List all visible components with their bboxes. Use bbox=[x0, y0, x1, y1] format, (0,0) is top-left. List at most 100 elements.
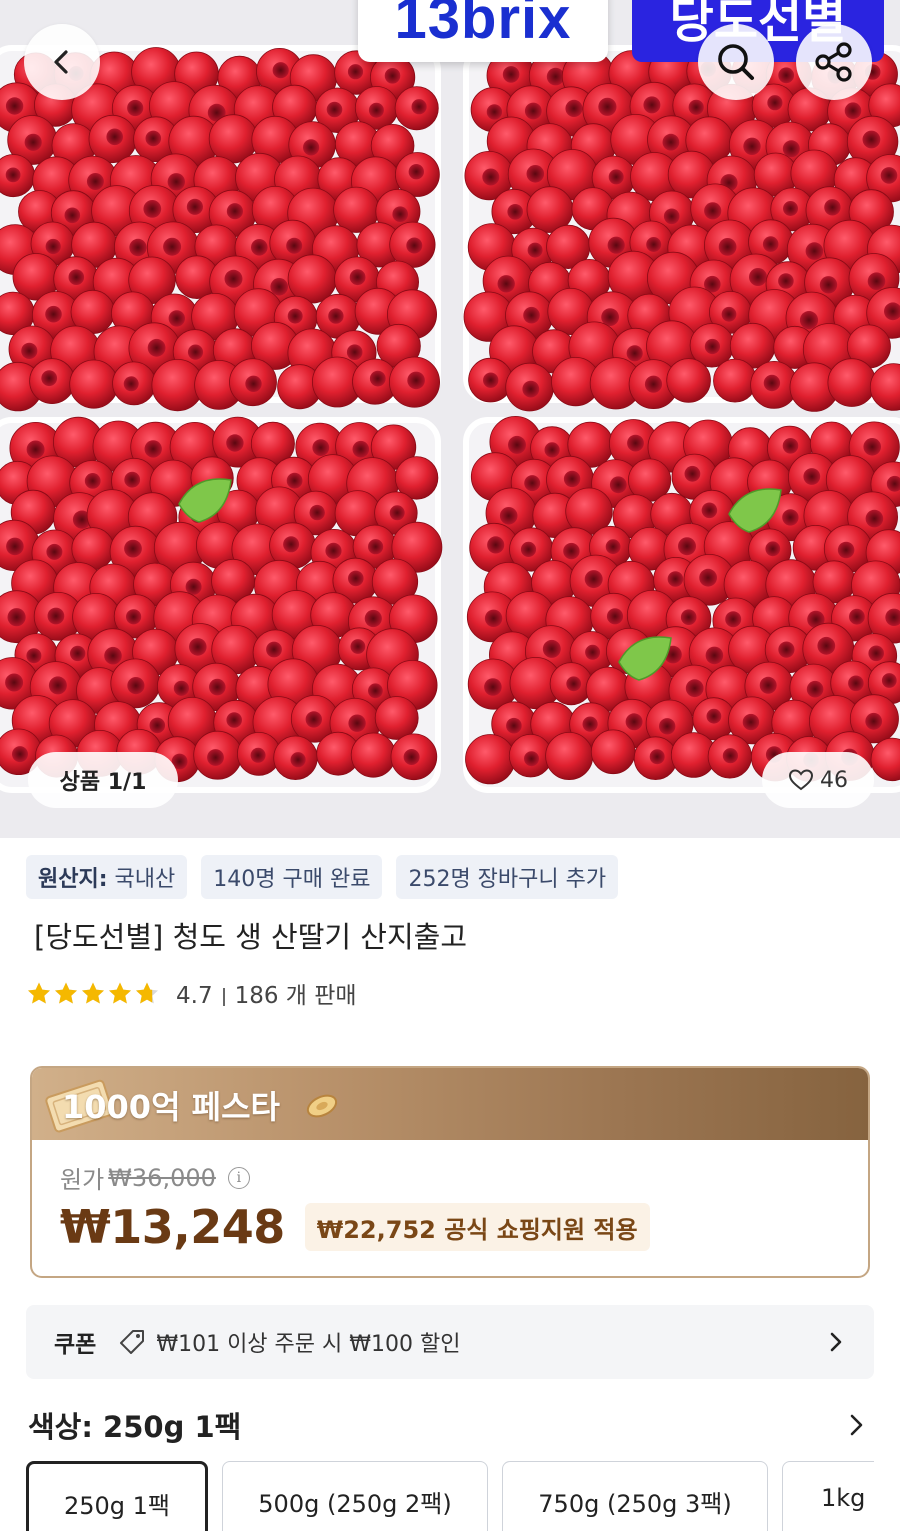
option-1kg[interactable]: 1kg ( bbox=[782, 1461, 874, 1531]
raspberry-hollow bbox=[862, 130, 881, 149]
raspberry-hollow bbox=[346, 344, 363, 361]
raspberry-hollow bbox=[145, 130, 162, 147]
raspberry-hollow bbox=[880, 167, 898, 184]
raspberry-hollow bbox=[482, 168, 500, 186]
raspberry-hollow bbox=[5, 167, 21, 183]
raspberry-hollow bbox=[283, 536, 300, 553]
raspberry-hollow bbox=[186, 198, 203, 215]
raspberry-hollow bbox=[848, 675, 864, 692]
star-icon bbox=[55, 982, 77, 1004]
raspberry bbox=[590, 729, 636, 775]
search-button[interactable] bbox=[698, 24, 774, 100]
raspberry-hollow bbox=[84, 473, 101, 489]
raspberry-hollow bbox=[817, 636, 836, 655]
raspberry-hollow bbox=[782, 438, 799, 454]
like-count: 46 bbox=[820, 767, 848, 793]
info-icon[interactable]: i bbox=[227, 1166, 250, 1189]
raspberry-hollow bbox=[584, 570, 603, 589]
raspberry-hollow bbox=[349, 269, 366, 286]
raspberry-hollow bbox=[368, 102, 384, 118]
product-image-carousel[interactable]: 13brix 당도선별 상품 1/1 46 bbox=[0, 0, 900, 838]
raspberry-hollow bbox=[749, 268, 767, 286]
coin-icon bbox=[306, 1094, 338, 1118]
raspberry-hollow bbox=[819, 276, 838, 294]
raspberry-hollow bbox=[563, 470, 581, 488]
coupon-row[interactable]: 쿠폰 ₩101 이상 주문 시 ₩100 할인 bbox=[26, 1305, 874, 1379]
original-price-label: 원가 bbox=[60, 1166, 105, 1194]
raspberry-hollow bbox=[129, 238, 147, 257]
raspberry-hollow bbox=[287, 308, 303, 324]
raspberry-hollow bbox=[759, 676, 777, 694]
raspberry-hollow bbox=[508, 435, 526, 454]
like-button[interactable]: 46 bbox=[762, 752, 874, 808]
raspberry-hollow bbox=[86, 173, 104, 190]
price-card: 1000억 페스타 원가 ₩36,000 i ₩13,248 ₩22,752 공… bbox=[30, 1066, 870, 1278]
cart-count-tag: 252명 장바구니 추가 bbox=[396, 855, 619, 899]
raspberry-hollow bbox=[662, 133, 680, 151]
raspberry-hollow bbox=[585, 644, 601, 660]
back-button[interactable] bbox=[24, 24, 100, 100]
raspberry bbox=[465, 734, 516, 785]
raspberry-hollow bbox=[309, 504, 325, 521]
raspberry-hollow bbox=[189, 638, 207, 656]
raspberry-hollow bbox=[41, 370, 58, 387]
raspberry-hollow bbox=[778, 273, 794, 289]
raspberry-hollow bbox=[598, 97, 617, 116]
raspberry-hollow bbox=[524, 475, 541, 492]
raspberry-hollow bbox=[12, 746, 28, 763]
option-750g-3pack[interactable]: 750g (250g 3팩) bbox=[502, 1461, 768, 1531]
option-chevron-right-icon[interactable] bbox=[846, 1412, 868, 1438]
raspberry-hollow bbox=[68, 269, 85, 286]
raspberry-hollow bbox=[149, 717, 166, 734]
raspberry-hollow bbox=[582, 716, 598, 732]
image-counter: 상품 1/1 bbox=[28, 752, 178, 808]
raspberry-hollow bbox=[24, 133, 42, 151]
raspberry-hollow bbox=[678, 537, 696, 556]
raspberry-hollow bbox=[524, 751, 539, 767]
rating-summary: 4.7 186 개 판매 bbox=[176, 976, 357, 1010]
raspberry-hollow bbox=[45, 305, 62, 323]
raspberry-hollow bbox=[865, 509, 884, 528]
raspberry bbox=[713, 358, 757, 403]
raspberry-hollow bbox=[6, 537, 24, 556]
raspberry-hollow bbox=[778, 641, 795, 658]
raspberry-hollow bbox=[392, 206, 409, 222]
raspberry-hollow bbox=[167, 173, 185, 191]
raspberry-hollow bbox=[21, 342, 38, 359]
raspberry-hollow bbox=[762, 236, 779, 252]
raspberry-hollow bbox=[782, 140, 800, 158]
option-list: 250g 1팩 500g (250g 2팩) 750g (250g 3팩) 1k… bbox=[26, 1461, 874, 1531]
raspberry-hollow bbox=[348, 570, 364, 587]
raspberry-hollow bbox=[348, 714, 366, 732]
share-button[interactable] bbox=[796, 24, 872, 100]
chevron-right-icon bbox=[830, 1332, 842, 1352]
back-icon bbox=[54, 50, 68, 74]
raspberry-hollow bbox=[701, 502, 718, 519]
product-title: [당도선별] 청도 생 산딸기 산지출고 bbox=[34, 920, 468, 954]
raspberry-hollow bbox=[486, 104, 503, 120]
raspberry-hollow bbox=[849, 608, 865, 625]
raspberry-hollow bbox=[250, 239, 268, 256]
product-tags: 원산지: 국내산 140명 구매 완료 252명 장바구니 추가 bbox=[26, 855, 619, 899]
raspberry-hollow bbox=[718, 238, 737, 256]
raspberry-hollow bbox=[487, 536, 505, 554]
raspberry-hollow bbox=[680, 609, 697, 625]
raspberry-hollow bbox=[325, 542, 342, 559]
raspberry-hollow bbox=[544, 442, 560, 458]
raspberry-hollow bbox=[406, 237, 423, 254]
raspberry-hollow bbox=[667, 571, 684, 587]
star-icon bbox=[28, 982, 50, 1004]
option-250g-1pack[interactable]: 250g 1팩 bbox=[26, 1461, 208, 1531]
raspberry-hollow bbox=[46, 543, 63, 560]
raspberry-hollow bbox=[364, 609, 382, 628]
rating-row[interactable]: 4.7 186 개 판매 bbox=[26, 976, 357, 1010]
raspberry-hollow bbox=[867, 272, 886, 291]
raspberry-hollow bbox=[389, 505, 405, 521]
raspberry-hollow bbox=[226, 434, 244, 452]
raspberry-hollow bbox=[245, 375, 262, 392]
raspberry-hollow bbox=[303, 139, 320, 156]
rating-value: 4.7 bbox=[176, 983, 213, 1009]
option-500g-2pack[interactable]: 500g (250g 2팩) bbox=[222, 1461, 488, 1531]
original-price-row: 원가 ₩36,000 i bbox=[60, 1160, 250, 1195]
option-heading[interactable]: 색상: 250g 1팩 bbox=[28, 1404, 241, 1446]
